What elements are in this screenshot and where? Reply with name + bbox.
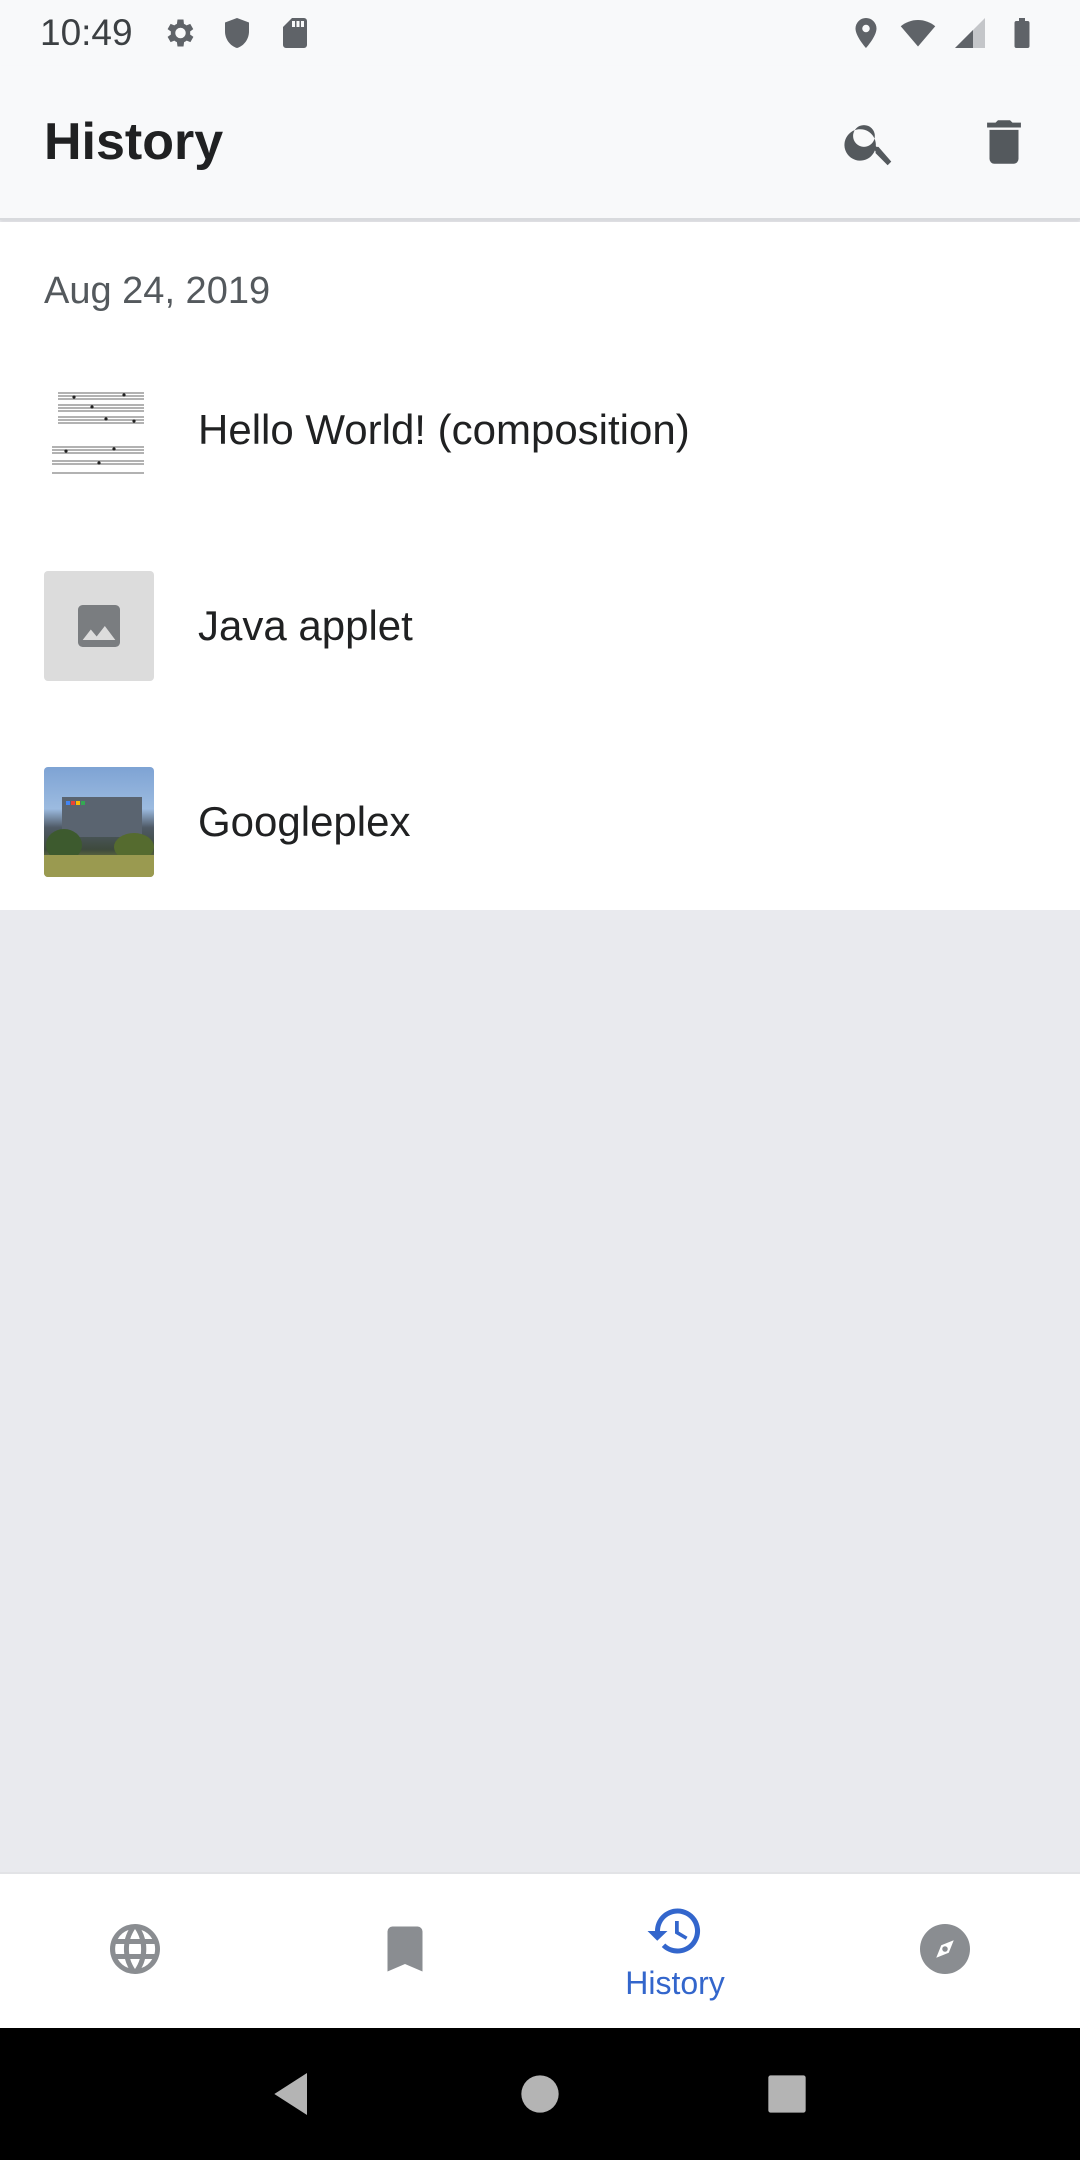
googleplex-photo: [44, 767, 154, 877]
system-navigation-bar: [0, 2028, 1080, 2160]
nav-history[interactable]: History: [540, 1874, 810, 2028]
page-title: History: [44, 113, 224, 171]
recents-square-icon: [767, 2075, 806, 2113]
nav-label: History: [625, 1964, 725, 2001]
list-item-title: Hello World! (composition): [198, 406, 690, 453]
status-right-icons: [848, 15, 1040, 51]
bookmark-icon: [387, 1926, 423, 1972]
search-button[interactable]: [838, 110, 902, 174]
list-item[interactable]: Java applet: [0, 528, 1080, 724]
compass-icon: [920, 1924, 970, 1974]
history-list: Aug 24, 2019 Hello World! (composition) …: [0, 222, 1080, 910]
status-bar: 10:49: [0, 0, 1080, 66]
trash-icon: [987, 120, 1021, 164]
sheet-music-thumbnail: [44, 375, 154, 485]
sd-card-icon: [277, 15, 313, 51]
list-item[interactable]: Googleplex: [0, 724, 1080, 920]
list-item[interactable]: Hello World! (composition): [0, 332, 1080, 528]
signal-icon: [952, 15, 988, 51]
status-left-icons: [161, 15, 313, 51]
gear-icon: [161, 15, 197, 51]
shield-icon: [219, 15, 255, 51]
clear-history-button[interactable]: [972, 110, 1036, 174]
nav-nearby[interactable]: [810, 1874, 1080, 2028]
home-circle-icon: [521, 2075, 559, 2113]
date-header: Aug 24, 2019: [44, 270, 271, 312]
wifi-icon: [900, 15, 936, 51]
app-bar-actions: [838, 110, 1036, 174]
back-button[interactable]: [263, 2064, 323, 2124]
history-icon: [647, 1907, 701, 1953]
list-item-title: Java applet: [198, 602, 413, 649]
globe-icon: [110, 1924, 160, 1974]
nav-saved[interactable]: [270, 1874, 540, 2028]
list-item-title: Googleplex: [198, 798, 411, 845]
app-bar: History: [0, 66, 1080, 220]
location-icon: [848, 15, 884, 51]
image-placeholder-thumbnail: [44, 571, 154, 681]
nav-explore[interactable]: [0, 1874, 270, 2028]
home-button[interactable]: [510, 2064, 570, 2124]
battery-icon: [1004, 15, 1040, 51]
back-triangle-icon: [274, 2073, 308, 2115]
recents-button[interactable]: [757, 2064, 817, 2124]
search-icon: [844, 125, 892, 166]
image-placeholder-icon: [78, 605, 120, 647]
status-time: 10:49: [40, 12, 133, 53]
bottom-navigation: History: [0, 1872, 1080, 2028]
